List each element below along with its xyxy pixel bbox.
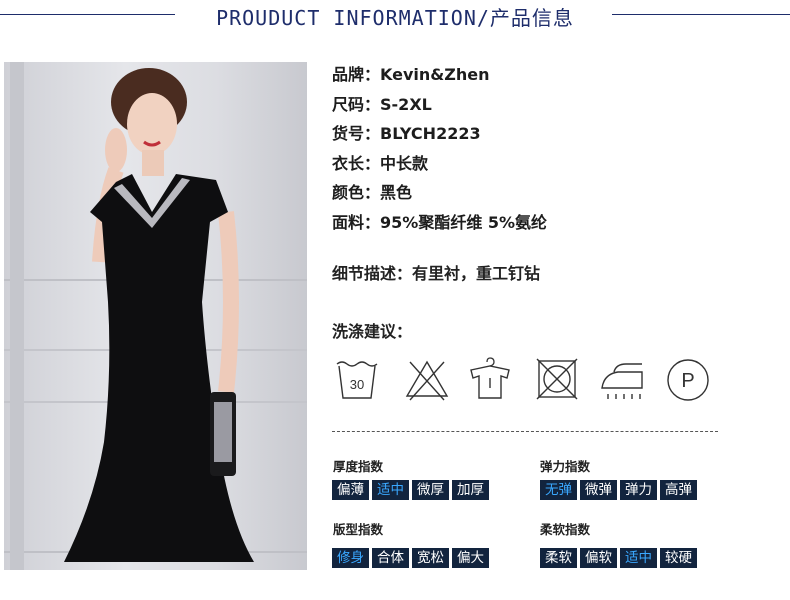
spec-value: 黑色 [380, 183, 413, 202]
model-in-black-dress-image [4, 62, 307, 570]
section-header: PROUDUCT INFORMATION/产品信息 [0, 0, 790, 32]
thickness-option-selected: 适中 [372, 480, 409, 500]
detail-value: 有里衬，重工钉钻 [412, 264, 541, 283]
fit-option: 合体 [372, 548, 409, 568]
section-title: PROUDUCT INFORMATION/产品信息 [216, 6, 574, 30]
fit-option-selected: 修身 [332, 548, 369, 568]
wash-temperature: 30 [350, 377, 364, 392]
elasticity-index-options: 无弹 微弹 弹力 高弹 [540, 480, 697, 500]
spec-brand: 品牌：Kevin&Zhen [332, 64, 547, 94]
divider [332, 431, 718, 432]
care-icons: 30 P [332, 356, 722, 406]
iron-icon [601, 363, 643, 399]
fit-index-label: 版型指数 [333, 522, 384, 537]
spec-value: Kevin&Zhen [380, 65, 490, 84]
elasticity-index-label: 弹力指数 [540, 459, 591, 474]
softness-option-selected: 适中 [620, 548, 657, 568]
dry-clean-letter: P [681, 370, 694, 392]
thickness-index-options: 偏薄 适中 微厚 加厚 [332, 480, 489, 500]
spec-key: 面料： [332, 212, 381, 232]
spec-value: 95%聚酯纤维 5%氨纶 [380, 212, 548, 232]
professional-dry-clean-p-icon: P [667, 359, 709, 401]
elasticity-option-selected: 无弹 [540, 480, 577, 500]
spec-key: 货号： [332, 124, 381, 143]
hang-dry-icon [470, 357, 510, 399]
softness-index-label: 柔软指数 [540, 522, 591, 537]
spec-size: 尺码：S-2XL [332, 94, 547, 124]
detail-label: 细节描述： [332, 264, 413, 283]
no-tumble-dry-icon [536, 358, 578, 400]
care-title: 洗涤建议： [332, 322, 413, 341]
elasticity-option: 弹力 [620, 480, 657, 500]
spec-value: 中长款 [380, 153, 429, 173]
fit-option: 宽松 [412, 548, 449, 568]
header-rule-right [612, 14, 790, 15]
thickness-option: 偏薄 [332, 480, 369, 500]
spec-list: 品牌：Kevin&Zhen 尺码：S-2XL 货号：BLYCH2223 衣长：中… [332, 64, 547, 241]
softness-option: 较硬 [660, 548, 697, 568]
wash-30-icon: 30 [336, 361, 378, 399]
softness-option: 偏软 [580, 548, 617, 568]
spec-key: 衣长： [332, 153, 381, 173]
header-rule-left [0, 14, 175, 15]
spec-fabric: 面料：95%聚酯纤维 5%氨纶 [332, 212, 547, 242]
thickness-index-label: 厚度指数 [333, 459, 384, 474]
spec-value: BLYCH2223 [380, 124, 481, 143]
spec-length: 衣长：中长款 [332, 153, 547, 183]
product-photo [4, 62, 307, 570]
spec-value: S-2XL [380, 94, 432, 114]
fit-index-options: 修身 合体 宽松 偏大 [332, 548, 489, 568]
spec-color: 颜色：黑色 [332, 182, 547, 212]
spec-key: 尺码： [332, 94, 381, 114]
softness-option: 柔软 [540, 548, 577, 568]
softness-index-options: 柔软 偏软 适中 较硬 [540, 548, 697, 568]
fit-option: 偏大 [452, 548, 489, 568]
spec-key: 品牌： [332, 65, 381, 84]
elasticity-option: 高弹 [660, 480, 697, 500]
thickness-option: 加厚 [452, 480, 489, 500]
spec-key: 颜色： [332, 183, 381, 202]
elasticity-option: 微弹 [580, 480, 617, 500]
spec-item-number: 货号：BLYCH2223 [332, 123, 547, 153]
detail-description: 细节描述：有里衬，重工钉钻 [332, 260, 540, 284]
no-bleach-icon [405, 360, 449, 401]
thickness-option: 微厚 [412, 480, 449, 500]
